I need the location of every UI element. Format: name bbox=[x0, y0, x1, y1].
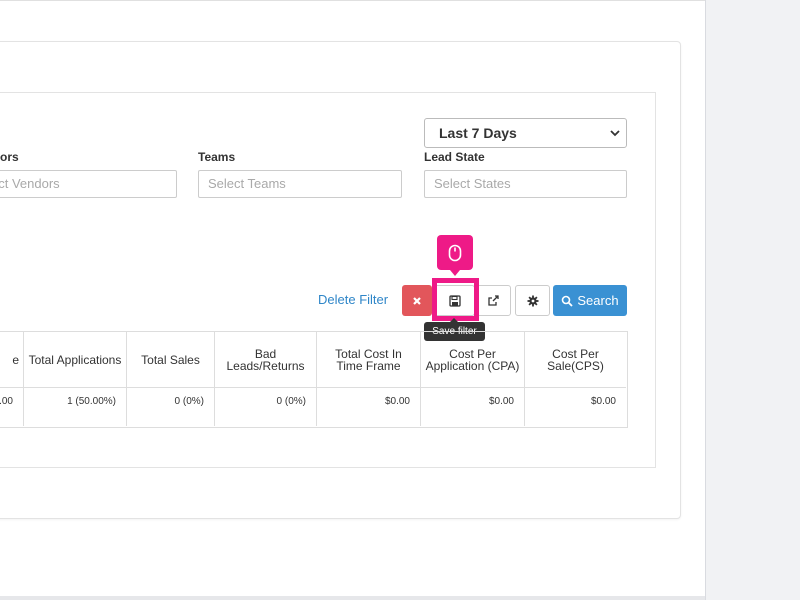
teams-placeholder: Select Teams bbox=[208, 176, 286, 191]
vendors-input[interactable]: ect Vendors bbox=[0, 170, 177, 198]
external-link-icon bbox=[488, 295, 499, 306]
table-cell: $0.00 bbox=[420, 387, 524, 426]
table-cell: $0.00 bbox=[316, 387, 420, 426]
table-cell: $0.00 bbox=[524, 387, 626, 426]
click-indicator bbox=[437, 235, 473, 276]
search-button[interactable]: Search bbox=[553, 285, 627, 316]
table-cell: 1 (50.00%) bbox=[23, 387, 126, 426]
clear-filter-button[interactable] bbox=[402, 285, 432, 316]
window-side-gutter bbox=[705, 0, 800, 600]
search-button-label: Search bbox=[577, 293, 619, 308]
mouse-icon bbox=[448, 244, 462, 261]
lead-state-placeholder: Select States bbox=[434, 176, 511, 191]
table-header: e bbox=[12, 352, 19, 367]
table-cell: 0 (0%) bbox=[126, 387, 214, 426]
times-icon bbox=[413, 296, 421, 305]
export-button[interactable] bbox=[476, 285, 511, 316]
teams-label: Teams bbox=[198, 150, 236, 164]
date-range-value: Last 7 Days bbox=[439, 125, 517, 141]
click-highlight-box bbox=[432, 278, 479, 321]
top-divider bbox=[0, 0, 705, 1]
settings-button[interactable] bbox=[515, 285, 550, 316]
table-header: Cost Per Sale(CPS) bbox=[524, 332, 626, 387]
table-header: Total Sales bbox=[126, 332, 214, 387]
table-header: Total Applications bbox=[23, 332, 126, 387]
table-cell: .00 bbox=[0, 387, 23, 426]
chevron-down-icon bbox=[610, 130, 620, 137]
teams-input[interactable]: Select Teams bbox=[198, 170, 402, 198]
date-range-select[interactable]: Last 7 Days bbox=[424, 118, 627, 148]
gear-icon bbox=[527, 295, 538, 306]
table-cell: 0 (0%) bbox=[214, 387, 316, 426]
vendors-label: ors bbox=[0, 150, 19, 164]
report-table: e Total Applications Total Sales Bad Lea… bbox=[0, 331, 628, 428]
search-icon bbox=[562, 295, 574, 307]
vendors-placeholder: ect Vendors bbox=[0, 176, 60, 191]
delete-filter-link[interactable]: Delete Filter bbox=[318, 292, 388, 307]
table-header: Bad Leads/Returns bbox=[214, 332, 316, 387]
lead-state-label: Lead State bbox=[424, 150, 485, 164]
table-header: Total Cost In Time Frame bbox=[316, 332, 420, 387]
table-header: Cost Per Application (CPA) bbox=[420, 332, 524, 387]
bottom-scroll-strip bbox=[0, 596, 705, 600]
lead-state-input[interactable]: Select States bbox=[424, 170, 627, 198]
